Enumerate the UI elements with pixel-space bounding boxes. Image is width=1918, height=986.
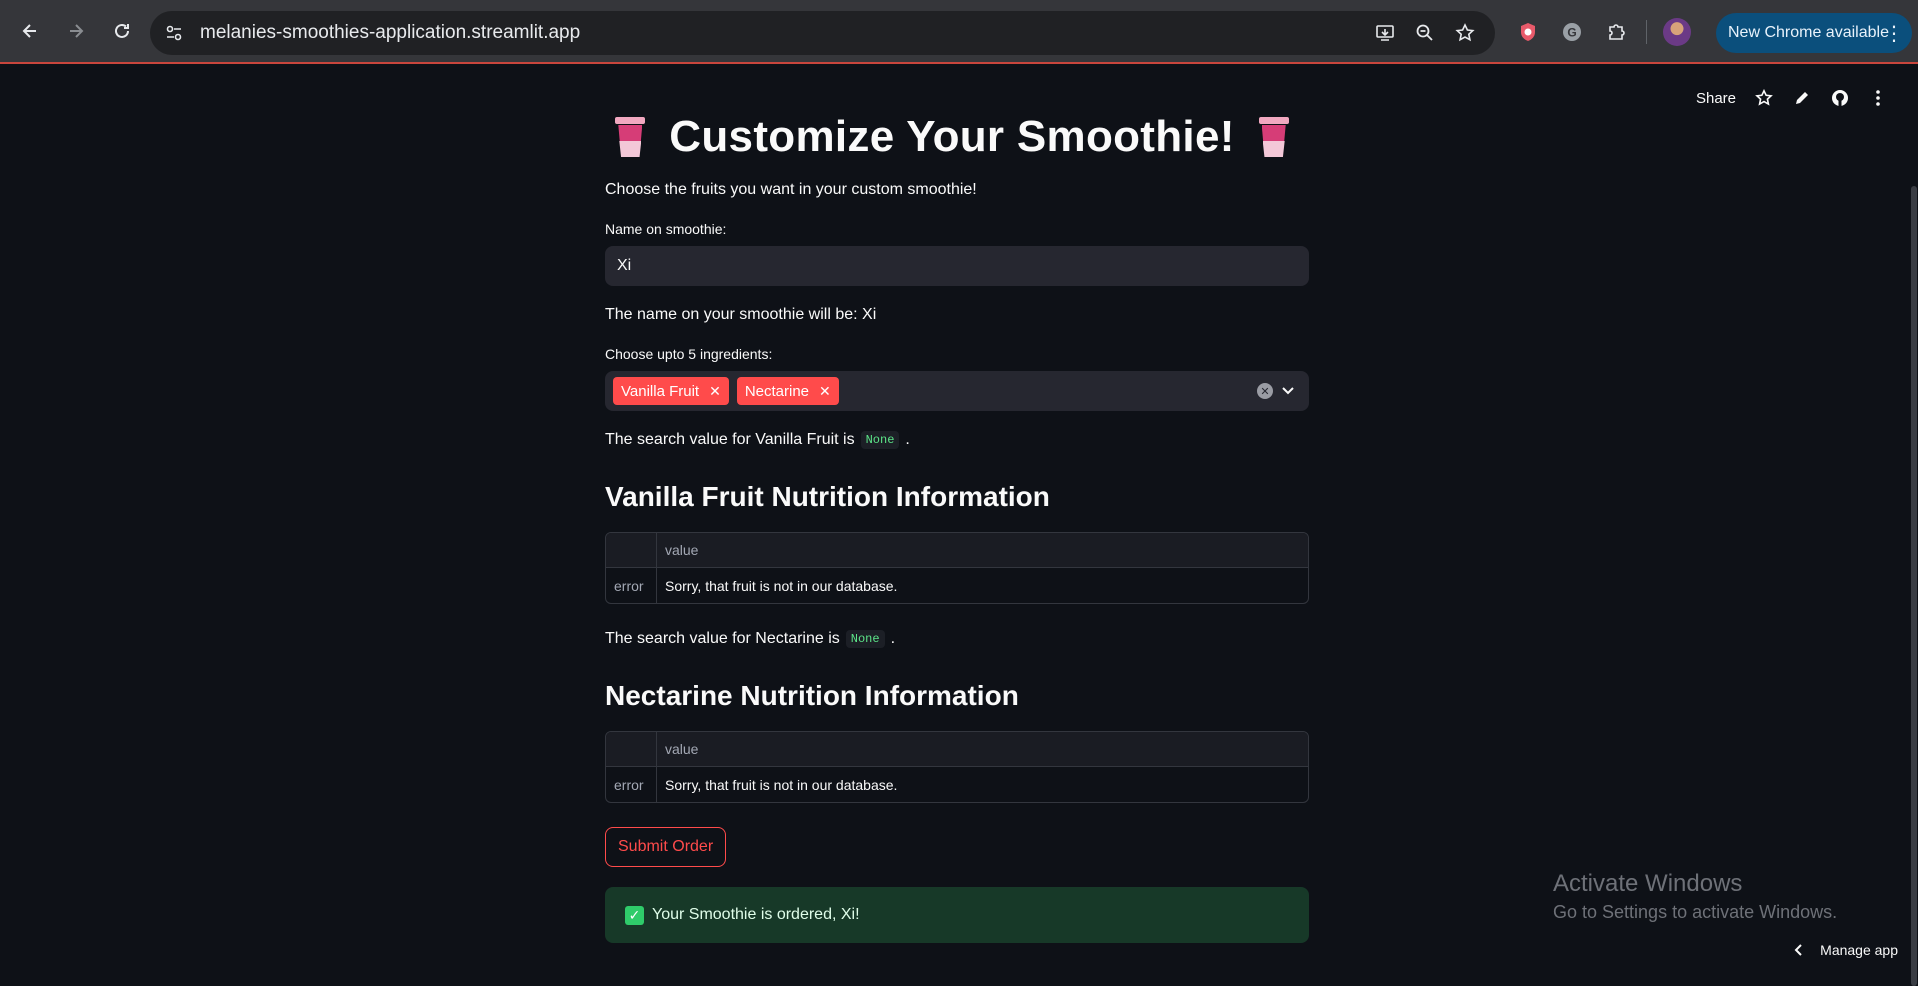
nutrition-heading: Vanilla Fruit Nutrition Information: [605, 481, 1050, 512]
update-chrome-label: New Chrome available: [1728, 24, 1889, 41]
success-alert: ✓ Your Smoothie is ordered, Xi!: [605, 887, 1309, 943]
remove-chip-icon[interactable]: ✕: [709, 383, 721, 400]
profile-avatar[interactable]: [1659, 14, 1695, 50]
page-title: Customize Your Smoothie!: [595, 110, 1309, 164]
ingredients-label: Choose upto 5 ingredients:: [605, 346, 773, 362]
table-row-index: error: [606, 568, 657, 603]
nutrition-table[interactable]: value error Sorry, that fruit is not in …: [605, 731, 1309, 803]
page-title-text: Customize Your Smoothie!: [669, 112, 1235, 161]
manage-app-button[interactable]: Manage app: [1794, 942, 1898, 958]
clear-all-icon[interactable]: ✕: [1257, 383, 1273, 399]
watermark-subtitle: Go to Settings to activate Windows.: [1553, 902, 1838, 922]
cup-with-straw-icon: [1258, 117, 1289, 157]
activate-windows-watermark: Activate Windows Go to Settings to activ…: [1553, 870, 1837, 923]
chevron-down-icon[interactable]: [1279, 381, 1297, 399]
table-row: error Sorry, that fruit is not in our da…: [606, 767, 1308, 802]
back-icon[interactable]: [10, 11, 50, 51]
forward-icon[interactable]: [56, 11, 96, 51]
search-value-line: The search value for Vanilla Fruit is No…: [605, 431, 1309, 449]
favorite-star-icon[interactable]: [1754, 88, 1774, 108]
update-chrome-button[interactable]: New Chrome available ⋮: [1716, 13, 1912, 53]
check-mark-icon: ✓: [625, 905, 644, 925]
ingredient-chip-vanilla-fruit: Vanilla Fruit ✕: [613, 377, 729, 405]
main-content: Customize Your Smoothie! Choose the frui…: [605, 110, 1309, 943]
address-bar[interactable]: melanies-smoothies-application.streamlit…: [150, 11, 1495, 55]
table-row-index: error: [606, 767, 657, 802]
edit-pencil-icon[interactable]: [1792, 88, 1812, 108]
main-menu-icon[interactable]: [1868, 88, 1888, 108]
success-message: Your Smoothie is ordered, Xi!: [652, 906, 860, 923]
manage-app-label: Manage app: [1820, 942, 1898, 958]
nutrition-heading: Nectarine Nutrition Information: [605, 680, 1019, 711]
ingredient-chip-nectarine: Nectarine ✕: [736, 377, 839, 405]
ingredient-chip-label: Nectarine: [744, 382, 810, 400]
zoom-icon[interactable]: [1409, 17, 1441, 49]
search-value-text: The search value for Nectarine is: [605, 630, 840, 647]
search-value-suffix: .: [890, 630, 896, 647]
svg-text:G: G: [1567, 26, 1576, 40]
ingredients-multiselect[interactable]: Vanilla Fruit ✕ Nectarine ✕ ✕: [605, 371, 1309, 411]
search-value-line: The search value for Nectarine is None .: [605, 630, 1309, 648]
url-text[interactable]: melanies-smoothies-application.streamlit…: [200, 22, 580, 44]
table-header-index: [606, 533, 657, 567]
search-value-suffix: .: [905, 431, 910, 448]
search-value-text: The search value for Vanilla Fruit is: [605, 431, 855, 448]
app-toolbar: Share: [1696, 88, 1888, 108]
search-value-code: None: [860, 431, 900, 449]
extensions-puzzle-icon[interactable]: [1598, 14, 1634, 50]
table-header-value[interactable]: value: [657, 533, 1308, 567]
name-display-text: The name on your smoothie will be: Xi: [605, 306, 877, 323]
shield-extension-icon[interactable]: [1510, 14, 1546, 50]
watermark-title: Activate Windows: [1553, 870, 1743, 897]
more-vert-icon[interactable]: ⋮: [1884, 21, 1904, 46]
table-cell-value: Sorry, that fruit is not in our database…: [665, 577, 898, 594]
intro-text: Choose the fruits you want in your custo…: [605, 181, 977, 198]
chevron-left-icon: [1794, 944, 1802, 956]
reload-icon[interactable]: [102, 11, 142, 51]
nutrition-table[interactable]: value error Sorry, that fruit is not in …: [605, 532, 1309, 604]
table-header-row: value: [606, 533, 1308, 568]
browser-toolbar: melanies-smoothies-application.streamlit…: [0, 0, 1918, 64]
table-header-index: [606, 732, 657, 766]
grammarly-extension-icon[interactable]: G: [1554, 14, 1590, 50]
name-input-label: Name on smoothie:: [605, 221, 727, 237]
ingredient-chip-label: Vanilla Fruit: [621, 382, 700, 400]
remove-chip-icon[interactable]: ✕: [819, 383, 831, 400]
table-header-row: value: [606, 732, 1308, 767]
submit-order-button[interactable]: Submit Order: [605, 827, 727, 867]
bookmark-star-icon[interactable]: [1449, 17, 1481, 49]
site-info-icon[interactable]: [158, 17, 190, 49]
github-icon[interactable]: [1830, 88, 1850, 108]
cup-with-straw-icon: [615, 117, 646, 157]
smoothie-name-input[interactable]: [605, 246, 1309, 286]
share-button[interactable]: Share: [1696, 90, 1736, 107]
search-value-code: None: [845, 630, 885, 648]
table-row: error Sorry, that fruit is not in our da…: [606, 568, 1308, 603]
install-app-icon[interactable]: [1369, 17, 1401, 49]
scrollbar-thumb[interactable]: [1911, 186, 1917, 986]
table-cell-value: Sorry, that fruit is not in our database…: [665, 776, 898, 793]
table-header-value[interactable]: value: [657, 732, 1308, 766]
toolbar-divider: [1646, 20, 1647, 44]
scrollbar-track[interactable]: [1910, 66, 1918, 986]
